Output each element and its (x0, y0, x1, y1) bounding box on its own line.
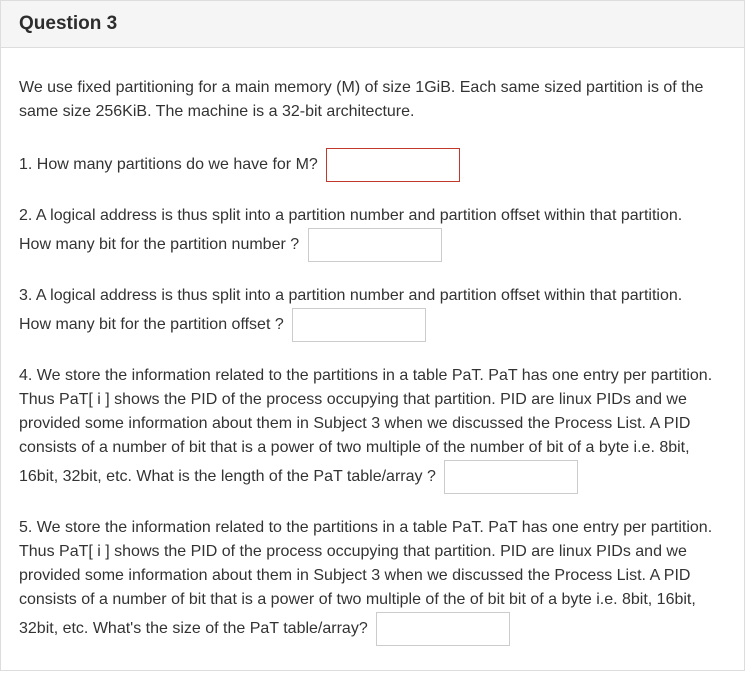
subquestion-4-text: 4. We store the information related to t… (19, 364, 726, 460)
subquestion-2-line1: 2. A logical address is thus split into … (19, 204, 726, 228)
subquestion-5: 5. We store the information related to t… (19, 516, 726, 646)
subquestion-4-tail: 16bit, 32bit, etc. What is the length of… (19, 468, 436, 485)
answer-input-1[interactable] (326, 148, 460, 182)
answer-input-3[interactable] (292, 308, 426, 342)
answer-input-4[interactable] (444, 460, 578, 494)
subquestion-2: 2. A logical address is thus split into … (19, 204, 726, 262)
subquestion-3: 3. A logical address is thus split into … (19, 284, 726, 342)
question-title: Question 3 (19, 13, 726, 35)
subquestion-3-line2: How many bit for the partition offset ? (19, 316, 284, 333)
question-header: Question 3 (0, 0, 745, 48)
answer-input-2[interactable] (308, 228, 442, 262)
subquestion-5-tail: 32bit, etc. What's the size of the PaT t… (19, 620, 368, 637)
question-body: We use fixed partitioning for a main mem… (0, 48, 745, 671)
subquestion-4: 4. We store the information related to t… (19, 364, 726, 494)
subquestion-2-line2: How many bit for the partition number ? (19, 236, 299, 253)
subquestion-5-text: 5. We store the information related to t… (19, 516, 726, 612)
answer-input-5[interactable] (376, 612, 510, 646)
subquestion-1: 1. How many partitions do we have for M? (19, 148, 726, 182)
subquestion-3-line1: 3. A logical address is thus split into … (19, 284, 726, 308)
question-intro: We use fixed partitioning for a main mem… (19, 76, 726, 124)
subquestion-1-text: 1. How many partitions do we have for M? (19, 156, 318, 173)
